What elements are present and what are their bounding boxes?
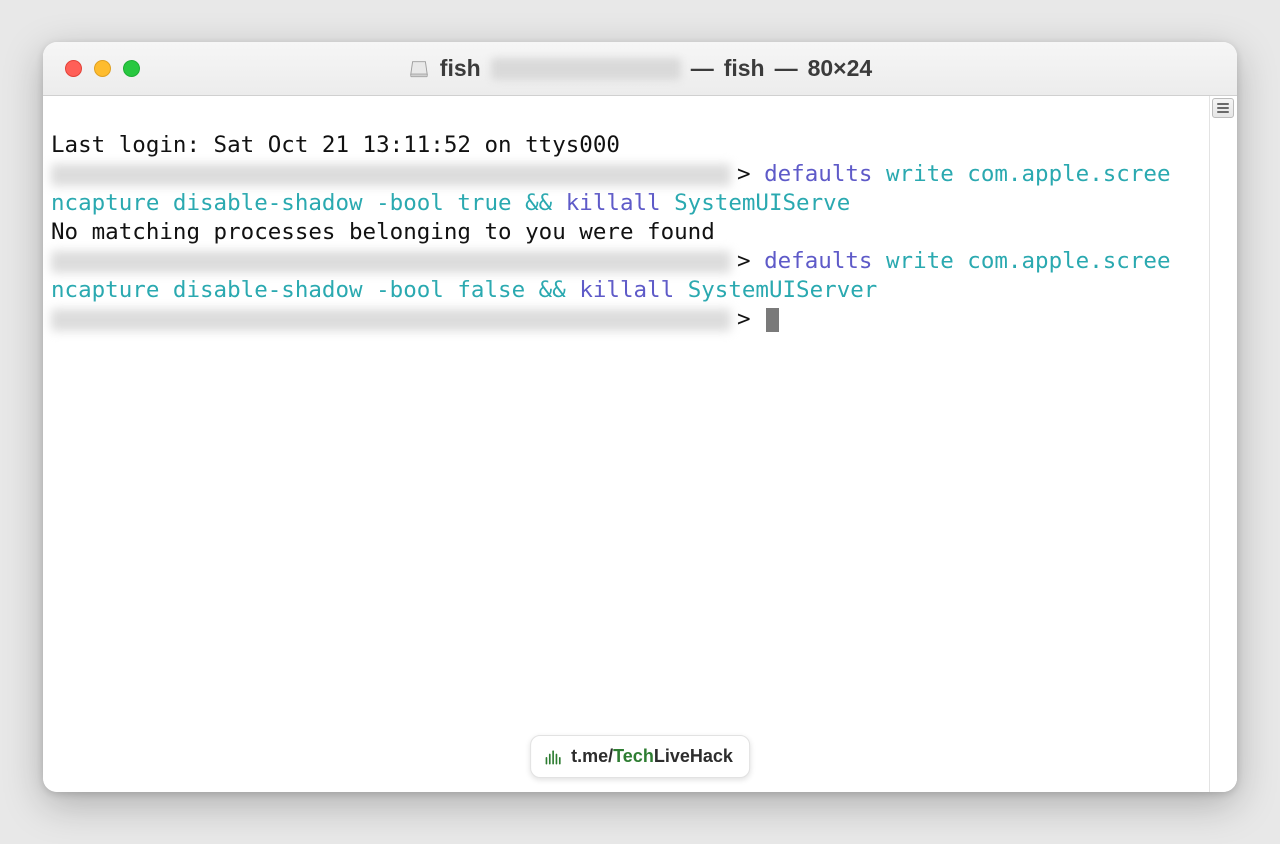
- watermark-logo-icon: [543, 747, 563, 767]
- title-sep: —: [691, 55, 714, 82]
- traffic-lights: [43, 60, 140, 77]
- scrollbar-gutter[interactable]: [1209, 96, 1237, 792]
- cmd-args2: SystemUIServe: [674, 190, 850, 216]
- output-line: No matching processes belonging to you w…: [51, 219, 715, 245]
- cmd-args2: SystemUIServer: [688, 277, 878, 303]
- title-prefix: fish: [440, 55, 481, 82]
- window-title: fish — fish — 80×24: [43, 55, 1237, 82]
- cmd-args-wrap: ncapture disable-shadow -bool false: [51, 277, 525, 303]
- prompt-chevron: >: [737, 248, 751, 274]
- terminal-content: Last login: Sat Oct 21 13:11:52 on ttys0…: [51, 102, 1237, 363]
- watermark-brand1: Tech: [613, 746, 654, 766]
- cmd-args: write com.apple.scree: [886, 161, 1170, 187]
- close-button[interactable]: [65, 60, 82, 77]
- prompt-chevron: >: [737, 306, 751, 332]
- op-and: &&: [525, 190, 552, 216]
- watermark-prefix: t.me/: [571, 746, 613, 766]
- maximize-button[interactable]: [123, 60, 140, 77]
- cursor: [766, 308, 779, 332]
- title-size: 80×24: [808, 55, 873, 82]
- terminal-window: fish — fish — 80×24 Last login: Sat Oct …: [43, 42, 1237, 792]
- title-redacted: [491, 58, 681, 80]
- cmd-defaults: defaults: [764, 248, 872, 274]
- watermark-badge: t.me/TechLiveHack: [530, 735, 750, 778]
- cmd-args-wrap: ncapture disable-shadow -bool true: [51, 190, 512, 216]
- title-sep2: —: [775, 55, 798, 82]
- cmd-killall: killall: [579, 277, 674, 303]
- op-and: &&: [539, 277, 566, 303]
- cmd-killall: killall: [566, 190, 661, 216]
- terminal-body[interactable]: Last login: Sat Oct 21 13:11:52 on ttys0…: [43, 96, 1237, 792]
- pane-toggle-icon[interactable]: [1212, 98, 1234, 118]
- watermark-brand2: LiveHack: [654, 746, 733, 766]
- prompt-chevron: >: [737, 161, 751, 187]
- title-shell: fish: [724, 55, 765, 82]
- prompt-redacted: [51, 164, 731, 186]
- cmd-args: write com.apple.scree: [886, 248, 1170, 274]
- prompt-redacted: [51, 309, 731, 331]
- cmd-defaults: defaults: [764, 161, 872, 187]
- folder-icon: [408, 58, 430, 80]
- prompt-redacted: [51, 251, 731, 273]
- last-login-line: Last login: Sat Oct 21 13:11:52 on ttys0…: [51, 132, 620, 158]
- minimize-button[interactable]: [94, 60, 111, 77]
- window-titlebar: fish — fish — 80×24: [43, 42, 1237, 96]
